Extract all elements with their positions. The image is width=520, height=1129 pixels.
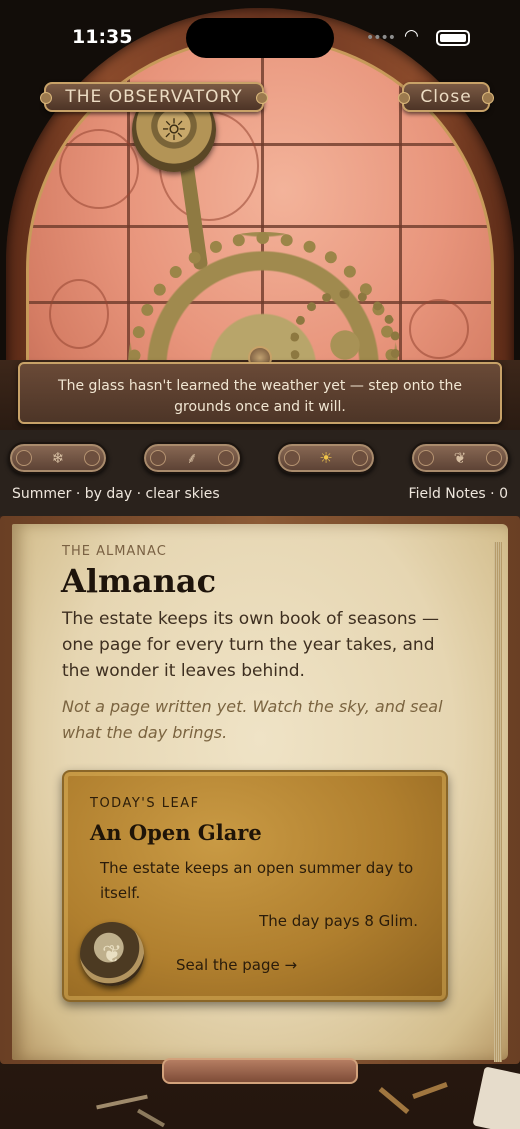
seal-page-button[interactable]: Seal the page → [176, 956, 297, 974]
almanac-overline: THE ALMANAC [62, 544, 167, 559]
leaf-reward: The day pays 8 Glim. [259, 912, 418, 930]
almanac-title: Almanac [61, 562, 217, 600]
observatory-window: ☼ THE OBSERVATORY Close The glass hasn't… [0, 0, 520, 430]
leaf-title: An Open Glare [90, 820, 262, 845]
season-selector: ❄ ⸙ ☀ ❦ Summer · by day · clear skies Fi… [0, 430, 520, 516]
season-button-autumn[interactable]: ❦ [410, 442, 510, 474]
leaf-overline: TODAY'S LEAF [90, 796, 200, 811]
wax-seal-icon[interactable]: ❦ [80, 922, 144, 986]
season-button-summer[interactable]: ☀ [276, 442, 376, 474]
almanac-book: THE ALMANAC Almanac The estate keeps its… [0, 516, 520, 1129]
leaf-icon: ❦ [453, 449, 467, 467]
screw-icon [412, 1081, 448, 1100]
sprout-icon: ⸙ [186, 449, 198, 467]
close-button[interactable]: Close [398, 82, 494, 112]
page-edges [494, 542, 502, 1062]
almanac-empty-note: Not a page written yet. Watch the sky, a… [62, 697, 443, 742]
note-paper [472, 1066, 520, 1129]
book-clasp [162, 1058, 358, 1084]
field-notes-count[interactable]: Field Notes · 0 [409, 486, 508, 502]
season-button-spring[interactable]: ⸙ [142, 442, 242, 474]
signal-icon: •••• [366, 30, 396, 46]
battery-icon [436, 30, 470, 46]
screw-icon [378, 1087, 410, 1114]
season-status: Summer · by day · clear skies [12, 486, 220, 502]
weather-message: The glass hasn't learned the weather yet… [18, 362, 502, 424]
snowflake-icon: ❄ [51, 449, 65, 467]
almanac-intro: The estate keeps its own book of seasons… [62, 609, 439, 681]
season-button-winter[interactable]: ❄ [8, 442, 108, 474]
leaf-description: The estate keeps an open summer day to i… [100, 859, 414, 902]
pen-icon [96, 1094, 148, 1110]
status-time: 11:35 [72, 26, 133, 48]
observatory-title: THE OBSERVATORY [40, 82, 268, 112]
dynamic-island [186, 18, 334, 58]
quill-icon [137, 1108, 165, 1128]
todays-leaf-card[interactable]: TODAY'S LEAF An Open Glare The estate ke… [62, 770, 448, 1002]
sun-icon: ☀ [319, 449, 333, 467]
wifi-icon: ◠ [404, 26, 419, 46]
